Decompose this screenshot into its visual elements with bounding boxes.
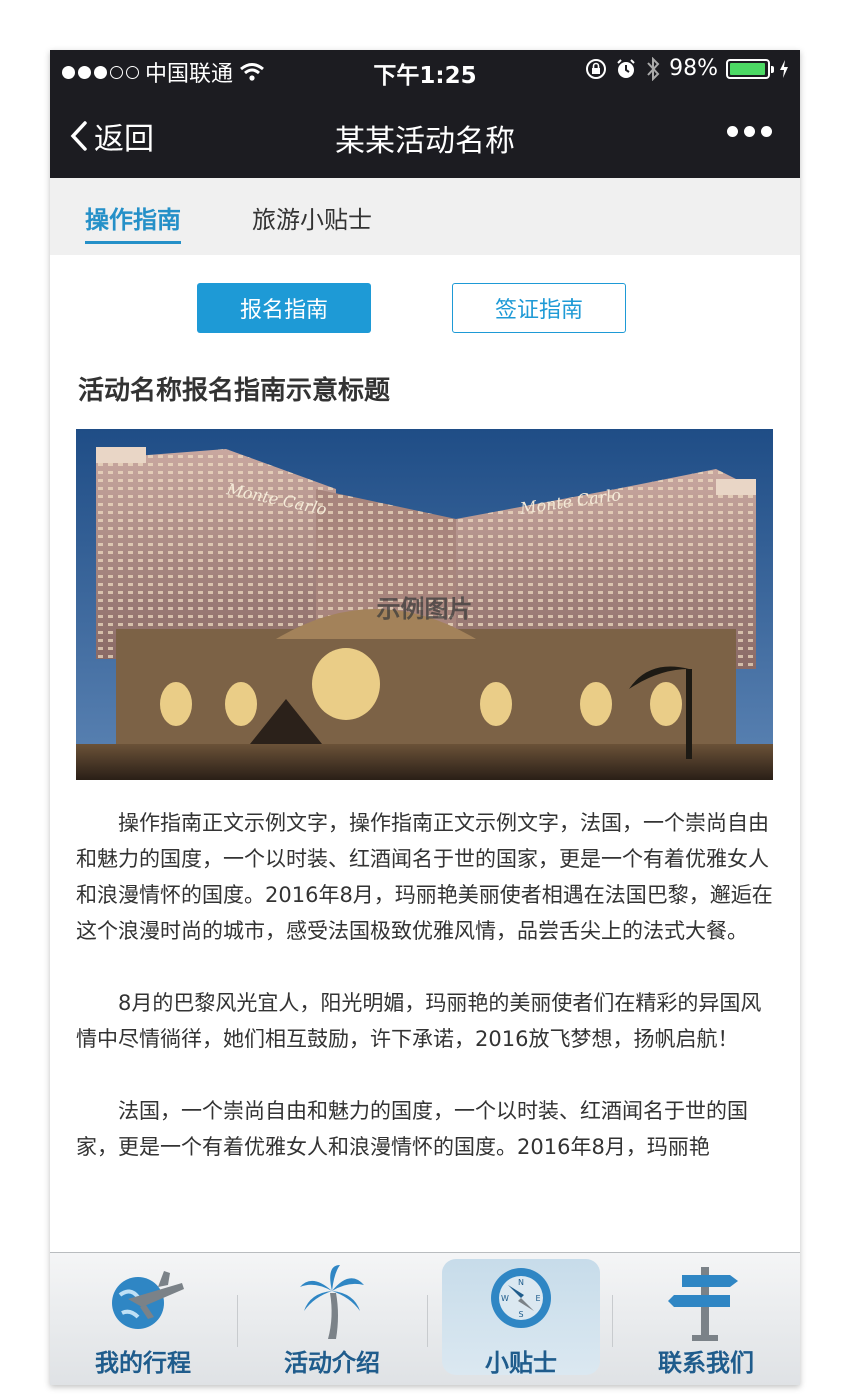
rotation-lock-icon [586,58,607,79]
hotel-photo: Monte Carlo Monte Carlo 示例图片 [76,429,773,780]
registration-guide-button[interactable]: 报名指南 [197,283,371,333]
tab-travel-tips[interactable]: 旅游小贴士 [252,200,372,241]
battery-percent: 98% [669,56,718,81]
bluetooth-icon [647,56,660,81]
tabbar-contact-us[interactable]: 联系我们 [627,1259,785,1377]
tabbar-tips[interactable]: N S W E 小贴士 [442,1259,600,1377]
signpost-icon [668,1267,738,1341]
more-options-icon[interactable] [727,126,772,137]
palm-tree-icon [300,1265,364,1339]
bottom-tab-bar: 我的行程 活动介绍 N S W E 小贴士 联系我们 [50,1252,800,1385]
globe-plane-icon [112,1271,184,1329]
nav-bar: 返回 某某活动名称 [50,90,800,178]
tab-operation-guide[interactable]: 操作指南 [85,200,181,244]
visa-guide-button[interactable]: 签证指南 [452,283,626,333]
page-title: 某某活动名称 [335,124,515,159]
alarm-icon [617,58,635,78]
status-bar: 中国联通 下午1:25 98% [50,50,800,90]
image-caption: 示例图片 [376,595,473,623]
compass-icon: N S W E [491,1268,551,1328]
tabbar-label: 活动介绍 [284,1349,380,1377]
tabbar-divider [237,1295,238,1347]
article-title: 活动名称报名指南示意标题 [78,376,391,406]
svg-text:W: W [501,1294,509,1303]
battery-icon [726,58,774,79]
charging-icon [780,59,788,78]
tabbar-activity-intro[interactable]: 活动介绍 [253,1259,411,1377]
tabbar-my-itinerary[interactable]: 我的行程 [64,1259,222,1377]
tabbar-label: 联系我们 [658,1349,754,1377]
article-body: 操作指南正文示例文字，操作指南正文示例文字，法国，一个崇尚自由和魅力的国度，一个… [76,805,776,1201]
tabbar-label: 小贴士 [485,1349,557,1377]
article-paragraph-3: 法国，一个崇尚自由和魅力的国度，一个以时装、红酒闻名于世的国家，更是一个有着优雅… [76,1099,748,1159]
svg-text:N: N [518,1278,524,1287]
segment-tabs: 操作指南 旅游小贴士 [50,178,800,255]
svg-text:S: S [518,1310,523,1319]
battery-fill [730,62,766,75]
tabbar-divider [612,1295,613,1347]
svg-text:E: E [535,1294,540,1303]
tabbar-divider [427,1295,428,1347]
status-right: 98% [585,56,790,81]
article-paragraph-2: 8月的巴黎风光宜人，阳光明媚，玛丽艳的美丽使者们在精彩的异国风情中尽情徜徉，她们… [76,991,762,1051]
tabbar-label: 我的行程 [95,1349,191,1377]
phone-screen: 中国联通 下午1:25 98% 返回 某某活动名称 操作指南 旅游小贴士 报名指… [50,50,800,1385]
article-paragraph-1: 操作指南正文示例文字，操作指南正文示例文字，法国，一个崇尚自由和魅力的国度，一个… [76,811,773,943]
